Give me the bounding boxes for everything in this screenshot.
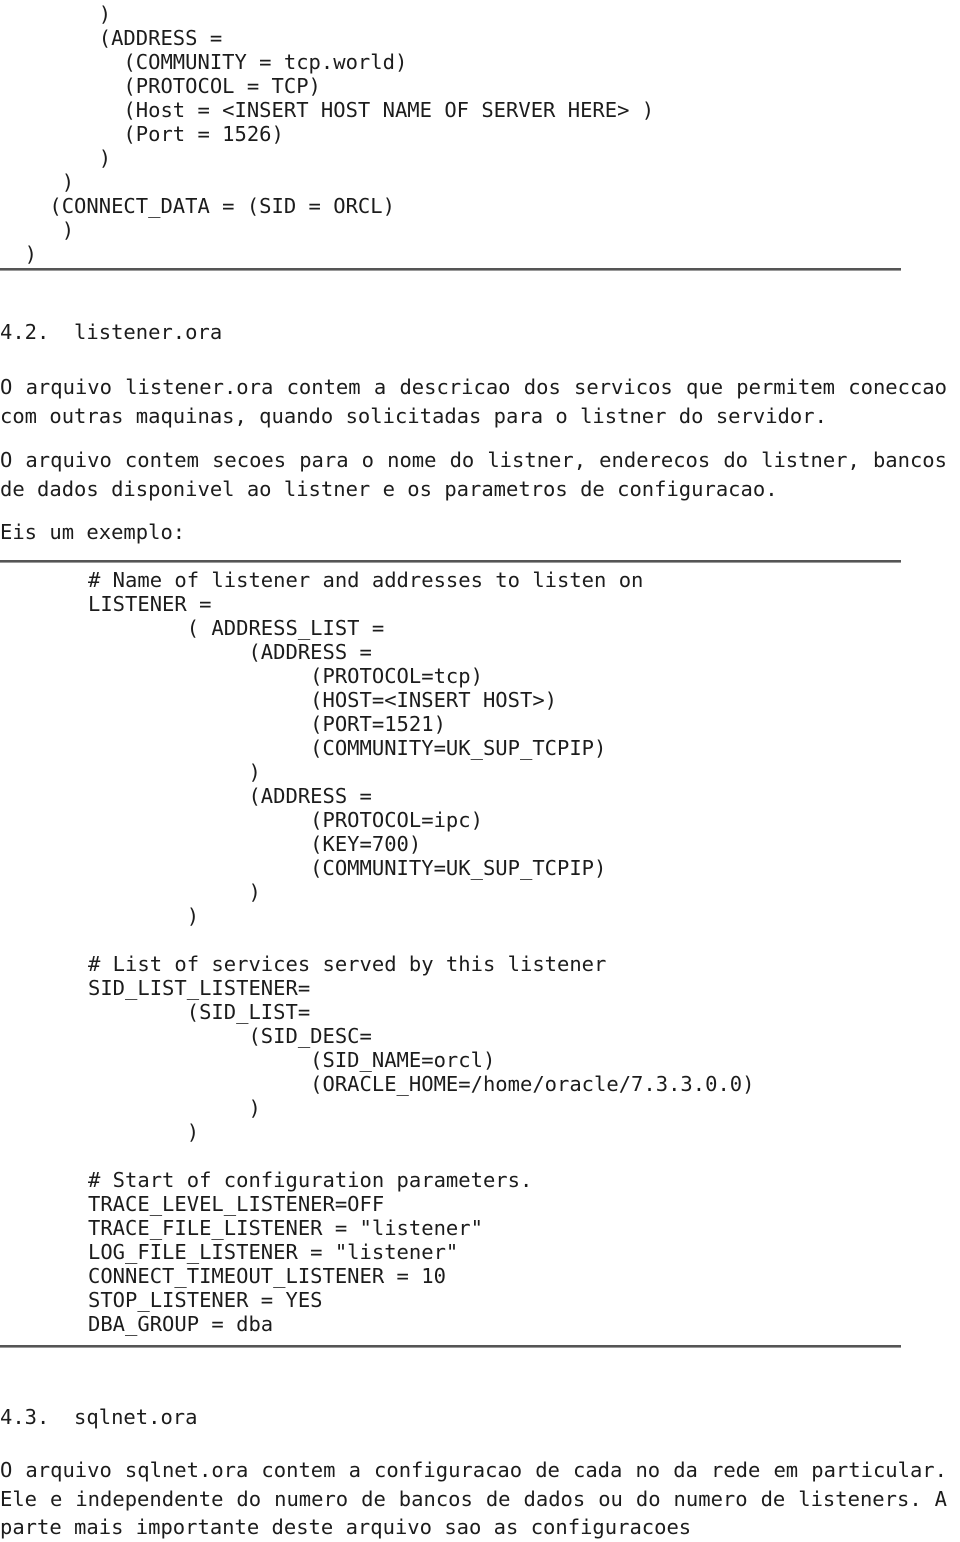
listener-paragraph-3-wrap: Eis um exemplo: (0, 518, 185, 546)
tnsnames-code-block: ) (ADDRESS = (COMMUNITY = tcp.world) (PR… (0, 2, 654, 266)
tnsnames-code-text: ) (ADDRESS = (COMMUNITY = tcp.world) (PR… (24, 2, 655, 266)
listener-code-text: # Name of listener and addresses to list… (88, 568, 755, 1336)
section-heading-sqlnet: 4.3. sqlnet.ora (0, 1405, 198, 1429)
sqlnet-paragraph-1: O arquivo sqlnet.ora contem a configurac… (0, 1458, 947, 1539)
listener-code-block: # Name of listener and addresses to list… (0, 568, 754, 1336)
document-page: ) (ADDRESS = (COMMUNITY = tcp.world) (PR… (0, 0, 960, 1539)
rule-before-listener-example-wrap (0, 560, 901, 563)
section-heading-sqlnet-wrap: 4.3. sqlnet.ora (0, 1403, 197, 1431)
rule-after-listener-example-wrap (0, 1345, 901, 1348)
horizontal-rule (0, 560, 901, 563)
listener-paragraph-1-wrap: O arquivo listener.ora contem a descrica… (0, 373, 947, 430)
listener-paragraph-1: O arquivo listener.ora contem a descrica… (0, 375, 947, 428)
listener-paragraph-2: O arquivo contem secoes para o nome do l… (0, 448, 947, 501)
horizontal-rule (0, 268, 901, 271)
section-heading-listener: 4.2. listener.ora (0, 320, 223, 344)
rule-after-tnsnames-wrap (0, 268, 901, 271)
horizontal-rule (0, 1345, 901, 1348)
listener-paragraph-3: Eis um exemplo: (0, 520, 186, 544)
listener-paragraph-2-wrap: O arquivo contem secoes para o nome do l… (0, 446, 947, 503)
sqlnet-paragraph-1-wrap: O arquivo sqlnet.ora contem a configurac… (0, 1456, 947, 1542)
section-heading-listener-wrap: 4.2. listener.ora (0, 318, 222, 346)
